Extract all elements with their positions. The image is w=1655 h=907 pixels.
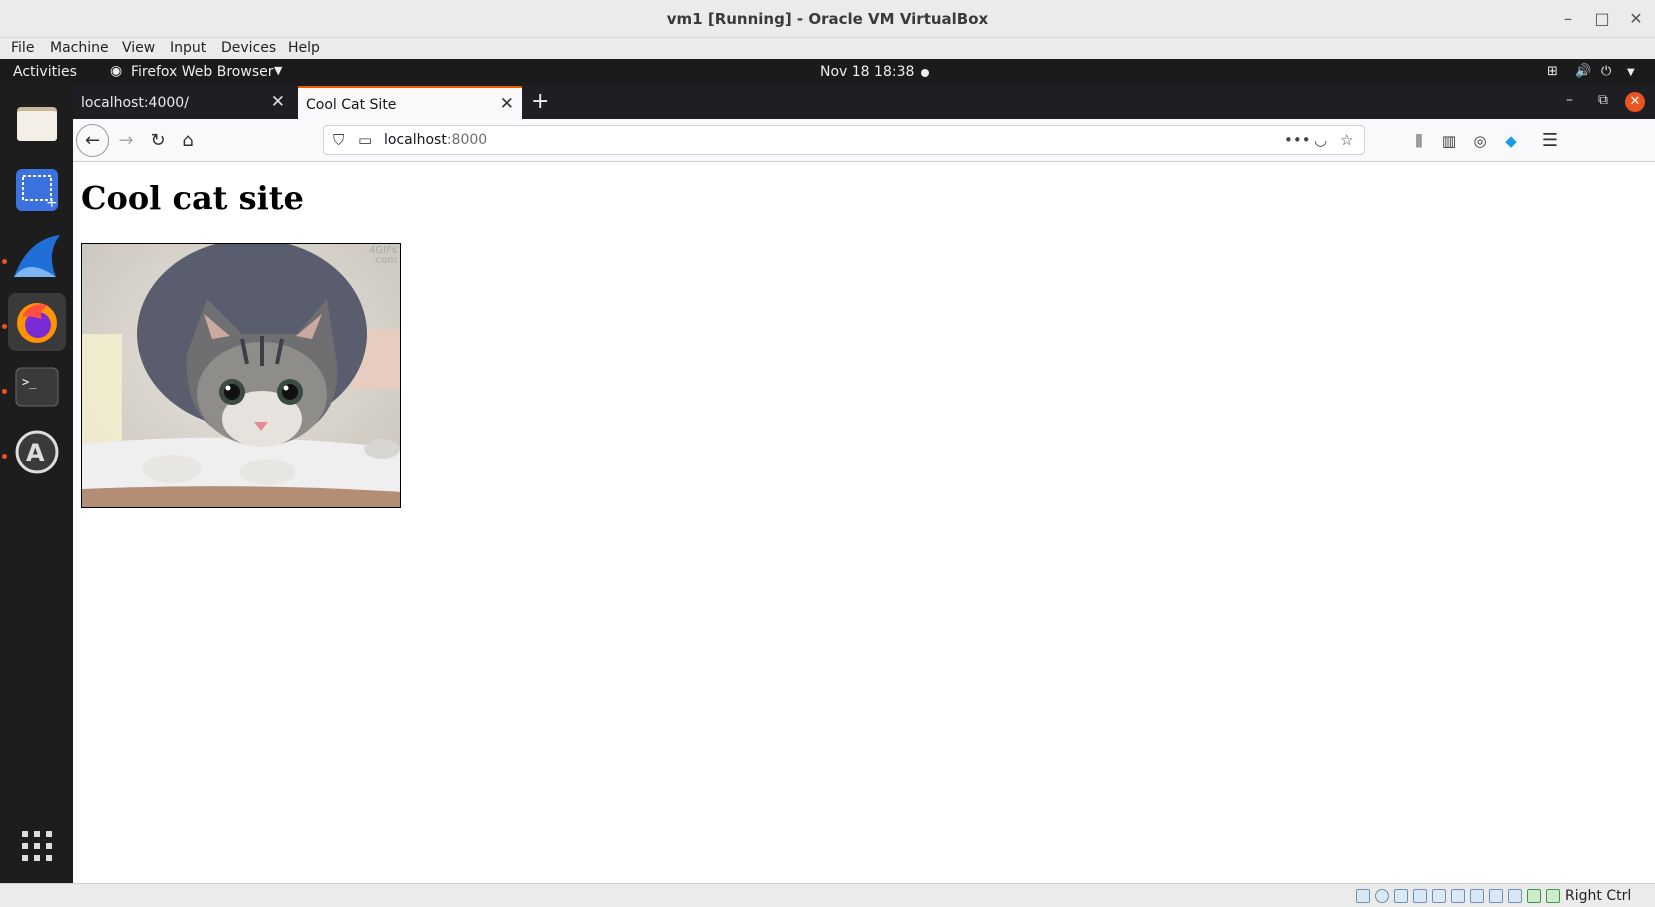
files-icon[interactable] — [8, 95, 66, 153]
vbox-statusbar: Right Ctrl — [0, 883, 1655, 907]
reload-button[interactable]: ↻ — [146, 129, 170, 153]
running-indicator — [2, 324, 7, 329]
display-icon[interactable] — [1470, 889, 1484, 903]
restore-icon[interactable]: ⧉ — [1598, 92, 1608, 108]
screenshot-icon[interactable]: + — [8, 161, 66, 219]
gnome-top-bar: Activities ◉ Firefox Web Browser ▼ Nov 1… — [0, 59, 1655, 86]
firefox-small-icon: ◉ — [110, 63, 123, 79]
menu-input[interactable]: Input — [170, 40, 206, 56]
shield-icon[interactable]: ⛉ — [333, 131, 344, 149]
close-icon[interactable]: ✕ — [271, 92, 285, 112]
home-button[interactable]: ⌂ — [176, 129, 200, 153]
vbox-titlebar: vm1 [Running] - Oracle VM VirtualBox – □… — [0, 0, 1655, 38]
svg-text:>_: >_ — [22, 375, 37, 389]
shared-folders-icon[interactable] — [1451, 889, 1465, 903]
more-actions-icon[interactable]: ••• — [1284, 131, 1311, 149]
minimize-button[interactable]: – — [1556, 8, 1580, 30]
page-title: Cool cat site — [81, 179, 304, 217]
audio-icon[interactable] — [1394, 889, 1408, 903]
tab-label: Cool Cat Site — [306, 97, 397, 113]
menu-help[interactable]: Help — [288, 40, 320, 56]
power-icon[interactable]: ⏻ — [1601, 64, 1611, 79]
mouse-integration-icon[interactable] — [1546, 889, 1560, 903]
extension-icon[interactable]: ◆ — [1499, 129, 1523, 153]
bookmark-star-icon[interactable]: ☆ — [1340, 131, 1353, 149]
pocket-icon[interactable]: ◡ — [1314, 131, 1327, 149]
library-icon[interactable]: ⫼ — [1407, 129, 1431, 153]
hamburger-menu-icon[interactable]: ☰ — [1538, 129, 1562, 153]
new-tab-button[interactable]: + — [531, 89, 549, 114]
page-content: Cool cat site 4GIFs .com — [73, 163, 1655, 883]
activities-button[interactable]: Activities — [13, 64, 77, 80]
menu-file[interactable]: File — [11, 40, 34, 56]
page-icon[interactable]: ▭ — [358, 131, 372, 149]
browser-navbar: ← → ↻ ⌂ ⛉ ▭ localhost:8000 ••• ◡ ☆ ⫼ ▥ ◎… — [73, 119, 1655, 162]
network-icon[interactable]: ⊞ — [1547, 64, 1558, 79]
optical-drive-icon[interactable] — [1375, 889, 1389, 903]
recording-icon[interactable] — [1489, 889, 1503, 903]
minimize-icon[interactable]: – — [1566, 92, 1573, 108]
menu-view[interactable]: View — [122, 40, 155, 56]
host-key-label: Right Ctrl — [1565, 888, 1632, 904]
running-indicator — [2, 389, 7, 394]
software-updater-icon[interactable]: A — [8, 423, 66, 481]
close-window-button[interactable]: ✕ — [1625, 92, 1645, 112]
account-icon[interactable]: ◎ — [1468, 129, 1492, 153]
close-button[interactable]: ✕ — [1624, 8, 1648, 30]
tab-cool-cat-site[interactable]: Cool Cat Site ✕ — [298, 86, 522, 119]
running-indicator — [2, 259, 7, 264]
network-icon[interactable] — [1413, 889, 1427, 903]
svg-text:+: + — [46, 195, 58, 211]
virtualization-icon[interactable] — [1527, 889, 1541, 903]
volume-icon[interactable]: 🔊 — [1575, 64, 1591, 79]
clock[interactable]: Nov 18 18:38 — [820, 64, 914, 80]
app-menu[interactable]: Firefox Web Browser — [131, 64, 274, 80]
maximize-button[interactable]: □ — [1590, 8, 1614, 30]
url-bar[interactable]: ⛉ ▭ localhost:8000 ••• ◡ ☆ — [323, 125, 1365, 155]
cpu-icon[interactable] — [1508, 889, 1522, 903]
tab-label: localhost:4000/ — [81, 95, 189, 111]
forward-button[interactable]: → — [114, 129, 138, 153]
hard-disk-icon[interactable] — [1356, 889, 1370, 903]
back-button[interactable]: ← — [76, 124, 109, 157]
dock: + >_ A — [0, 86, 73, 883]
notification-dot — [921, 69, 929, 77]
wireshark-icon[interactable] — [8, 227, 66, 285]
close-icon[interactable]: ✕ — [500, 94, 514, 114]
svg-text:A: A — [26, 439, 45, 467]
tab-localhost-4000[interactable]: localhost:4000/ ✕ — [73, 86, 293, 119]
terminal-icon[interactable]: >_ — [8, 358, 66, 416]
show-apps-icon[interactable] — [8, 817, 66, 875]
menu-devices[interactable]: Devices — [221, 40, 276, 56]
sidebar-icon[interactable]: ▥ — [1437, 129, 1461, 153]
firefox-icon[interactable] — [8, 293, 66, 351]
url-text[interactable]: localhost:8000 — [384, 132, 487, 148]
chevron-down-icon[interactable]: ▼ — [274, 64, 282, 77]
cat-image: 4GIFs .com — [81, 243, 401, 508]
window-title: vm1 [Running] - Oracle VM VirtualBox — [666, 10, 989, 28]
usb-icon[interactable] — [1432, 889, 1446, 903]
browser-tabbar: localhost:4000/ ✕ Cool Cat Site ✕ + – ⧉ … — [73, 86, 1655, 119]
running-indicator — [2, 454, 7, 459]
chevron-down-icon[interactable]: ▼ — [1627, 67, 1635, 78]
image-watermark: 4GIFs .com — [368, 245, 397, 266]
menu-machine[interactable]: Machine — [50, 40, 109, 56]
vbox-menubar: File Machine View Input Devices Help — [0, 38, 1655, 59]
